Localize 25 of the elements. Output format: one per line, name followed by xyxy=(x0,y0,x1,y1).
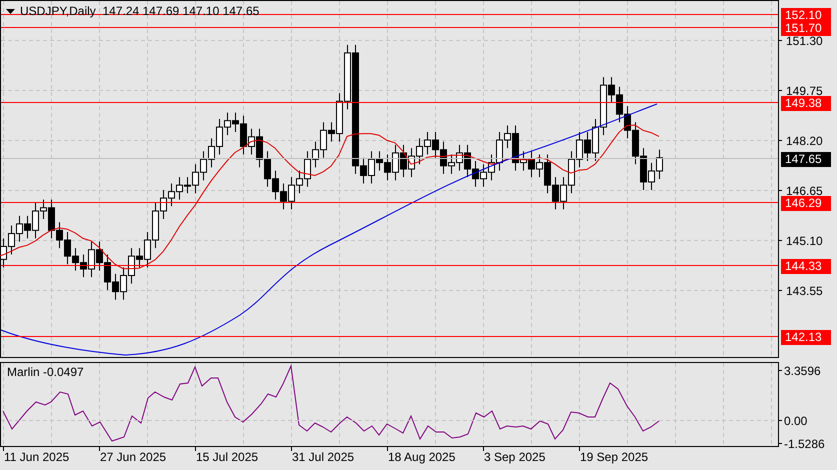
date-axis-label: 31 Jul 2025 xyxy=(292,450,354,464)
indicator-axis-label: 0.00 xyxy=(784,414,808,428)
price-axis-label: 143.55 xyxy=(786,284,823,298)
level-price-label: 152.10 xyxy=(781,8,831,22)
level-price-label: 142.13 xyxy=(781,330,831,344)
date-axis-label: 18 Aug 2025 xyxy=(388,450,456,464)
current-price-label: 147.65 xyxy=(781,152,831,166)
indicator-axis-label: 3.3596 xyxy=(784,364,821,378)
price-axis-label: 145.10 xyxy=(786,234,823,248)
level-price-label: 151.70 xyxy=(781,20,831,36)
price-axis-label: 148.20 xyxy=(786,134,823,148)
indicator-name: Marlin -0.0497 xyxy=(7,365,84,379)
date-axis-label: 15 Jul 2025 xyxy=(196,450,258,464)
dropdown-icon[interactable] xyxy=(6,8,15,14)
date-axis-label: 27 Jun 2025 xyxy=(100,450,166,464)
level-price-label: 144.33 xyxy=(781,258,831,274)
price-axis-label: 146.65 xyxy=(786,184,823,198)
indicator-axis-label: -1.5286 xyxy=(784,436,825,450)
date-axis-label: 19 Sep 2025 xyxy=(580,450,648,464)
date-axis-label: 11 Jun 2025 xyxy=(4,450,70,464)
price-axis-label: 149.75 xyxy=(786,84,823,98)
price-axis-label: 151.30 xyxy=(786,34,823,48)
level-price-label: 146.29 xyxy=(781,196,831,210)
level-price-label: 149.38 xyxy=(781,96,831,110)
date-axis-label: 3 Sep 2025 xyxy=(484,450,546,464)
